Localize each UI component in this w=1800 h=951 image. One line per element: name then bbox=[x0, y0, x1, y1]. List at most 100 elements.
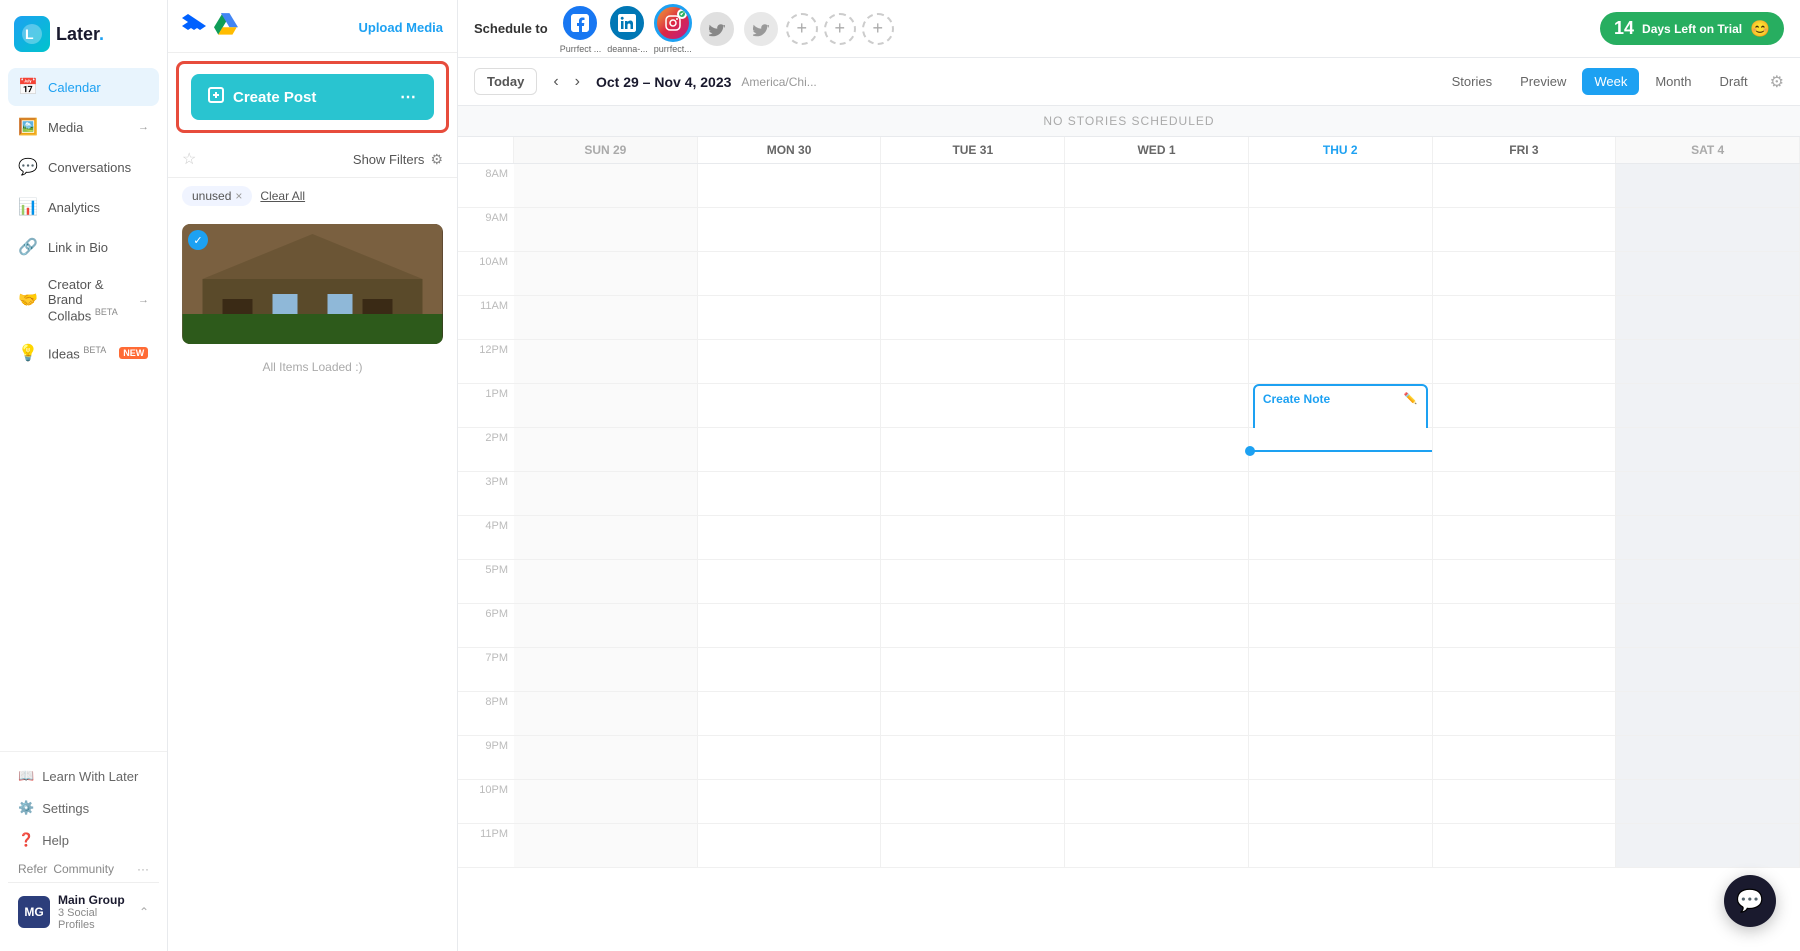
workspace-bar[interactable]: MG Main Group 3 Social Profiles ⌃ bbox=[8, 882, 159, 943]
day-cell-5-row-11[interactable] bbox=[1433, 648, 1617, 692]
today-button[interactable]: Today bbox=[474, 68, 537, 95]
day-cell-1-row-1[interactable] bbox=[698, 208, 882, 252]
day-cell-1-row-3[interactable] bbox=[698, 296, 882, 340]
tab-draft[interactable]: Draft bbox=[1707, 68, 1759, 95]
day-cell-4-row-5[interactable]: Create Note✏️ bbox=[1249, 384, 1433, 428]
day-cell-1-row-14[interactable] bbox=[698, 780, 882, 824]
day-cell-2-row-11[interactable] bbox=[881, 648, 1065, 692]
sidebar-item-settings[interactable]: ⚙️ Settings bbox=[8, 792, 159, 824]
day-cell-6-row-1[interactable] bbox=[1616, 208, 1800, 252]
day-cell-0-row-6[interactable] bbox=[514, 428, 698, 472]
day-cell-2-row-9[interactable] bbox=[881, 560, 1065, 604]
day-cell-4-row-15[interactable] bbox=[1249, 824, 1433, 868]
day-cell-2-row-12[interactable] bbox=[881, 692, 1065, 736]
day-cell-3-row-11[interactable] bbox=[1065, 648, 1249, 692]
day-cell-6-row-13[interactable] bbox=[1616, 736, 1800, 780]
tab-week[interactable]: Week bbox=[1582, 68, 1639, 95]
day-cell-2-row-3[interactable] bbox=[881, 296, 1065, 340]
day-cell-1-row-13[interactable] bbox=[698, 736, 882, 780]
day-cell-4-row-14[interactable] bbox=[1249, 780, 1433, 824]
day-cell-2-row-4[interactable] bbox=[881, 340, 1065, 384]
upload-media-button[interactable]: Upload Media bbox=[358, 20, 443, 35]
day-cell-3-row-13[interactable] bbox=[1065, 736, 1249, 780]
day-cell-5-row-7[interactable] bbox=[1433, 472, 1617, 516]
day-cell-4-row-7[interactable] bbox=[1249, 472, 1433, 516]
sidebar-item-analytics[interactable]: 📊 Analytics bbox=[8, 188, 159, 226]
next-week-button[interactable]: › bbox=[569, 69, 586, 95]
day-cell-3-row-3[interactable] bbox=[1065, 296, 1249, 340]
day-cell-6-row-11[interactable] bbox=[1616, 648, 1800, 692]
day-cell-6-row-15[interactable] bbox=[1616, 824, 1800, 868]
day-cell-3-row-5[interactable] bbox=[1065, 384, 1249, 428]
day-cell-2-row-13[interactable] bbox=[881, 736, 1065, 780]
day-cell-0-row-11[interactable] bbox=[514, 648, 698, 692]
day-cell-0-row-12[interactable] bbox=[514, 692, 698, 736]
day-cell-3-row-7[interactable] bbox=[1065, 472, 1249, 516]
star-icon[interactable]: ☆ bbox=[182, 149, 196, 169]
day-cell-0-row-0[interactable] bbox=[514, 164, 698, 208]
day-cell-3-row-4[interactable] bbox=[1065, 340, 1249, 384]
sidebar-item-calendar[interactable]: 📅 Calendar bbox=[8, 68, 159, 106]
profile-avatar-ig[interactable] bbox=[654, 4, 692, 42]
sidebar-item-creator[interactable]: 🤝 Creator & BrandCollabs BETA → bbox=[8, 268, 159, 332]
day-cell-1-row-6[interactable] bbox=[698, 428, 882, 472]
day-cell-4-row-2[interactable] bbox=[1249, 252, 1433, 296]
day-cell-4-row-9[interactable] bbox=[1249, 560, 1433, 604]
create-post-button[interactable]: Create Post ⋯ bbox=[191, 74, 434, 120]
day-cell-6-row-14[interactable] bbox=[1616, 780, 1800, 824]
refer-row[interactable]: Refer Community ··· bbox=[8, 856, 159, 882]
tab-preview[interactable]: Preview bbox=[1508, 68, 1578, 95]
day-cell-0-row-1[interactable] bbox=[514, 208, 698, 252]
day-cell-3-row-14[interactable] bbox=[1065, 780, 1249, 824]
gdrive-icon[interactable] bbox=[214, 12, 238, 42]
sidebar-item-help[interactable]: ❓ Help bbox=[8, 824, 159, 856]
day-cell-5-row-1[interactable] bbox=[1433, 208, 1617, 252]
day-cell-4-row-1[interactable] bbox=[1249, 208, 1433, 252]
day-cell-2-row-7[interactable] bbox=[881, 472, 1065, 516]
sidebar-item-link-in-bio[interactable]: 🔗 Link in Bio bbox=[8, 228, 159, 266]
add-profile-button-1[interactable]: + bbox=[786, 13, 818, 45]
day-cell-3-row-8[interactable] bbox=[1065, 516, 1249, 560]
day-cell-1-row-5[interactable] bbox=[698, 384, 882, 428]
day-cell-1-row-0[interactable] bbox=[698, 164, 882, 208]
day-cell-6-row-0[interactable] bbox=[1616, 164, 1800, 208]
day-cell-0-row-9[interactable] bbox=[514, 560, 698, 604]
day-cell-5-row-5[interactable] bbox=[1433, 384, 1617, 428]
sidebar-item-ideas[interactable]: 💡 Ideas BETA NEW bbox=[8, 334, 159, 372]
day-cell-6-row-4[interactable] bbox=[1616, 340, 1800, 384]
day-cell-0-row-13[interactable] bbox=[514, 736, 698, 780]
day-cell-2-row-2[interactable] bbox=[881, 252, 1065, 296]
day-cell-2-row-5[interactable] bbox=[881, 384, 1065, 428]
day-cell-3-row-1[interactable] bbox=[1065, 208, 1249, 252]
day-cell-5-row-10[interactable] bbox=[1433, 604, 1617, 648]
day-cell-0-row-7[interactable] bbox=[514, 472, 698, 516]
create-post-menu-dots[interactable]: ⋯ bbox=[400, 87, 418, 107]
day-cell-5-row-12[interactable] bbox=[1433, 692, 1617, 736]
profile-avatar-li[interactable] bbox=[608, 4, 646, 42]
tab-month[interactable]: Month bbox=[1643, 68, 1703, 95]
profile-avatar-tw1[interactable] bbox=[698, 10, 736, 48]
day-cell-1-row-9[interactable] bbox=[698, 560, 882, 604]
day-cell-3-row-0[interactable] bbox=[1065, 164, 1249, 208]
sidebar-item-conversations[interactable]: 💬 Conversations bbox=[8, 148, 159, 186]
clear-all-button[interactable]: Clear All bbox=[260, 189, 305, 203]
day-cell-0-row-4[interactable] bbox=[514, 340, 698, 384]
day-cell-4-row-12[interactable] bbox=[1249, 692, 1433, 736]
tag-remove-icon[interactable]: × bbox=[235, 189, 242, 203]
day-cell-5-row-4[interactable] bbox=[1433, 340, 1617, 384]
day-cell-4-row-13[interactable] bbox=[1249, 736, 1433, 780]
day-cell-2-row-15[interactable] bbox=[881, 824, 1065, 868]
day-cell-5-row-8[interactable] bbox=[1433, 516, 1617, 560]
day-cell-4-row-10[interactable] bbox=[1249, 604, 1433, 648]
day-cell-2-row-8[interactable] bbox=[881, 516, 1065, 560]
day-cell-0-row-15[interactable] bbox=[514, 824, 698, 868]
media-thumbnail[interactable]: ✓ bbox=[182, 224, 443, 344]
day-cell-1-row-7[interactable] bbox=[698, 472, 882, 516]
prev-week-button[interactable]: ‹ bbox=[547, 69, 564, 95]
day-cell-4-row-8[interactable] bbox=[1249, 516, 1433, 560]
dropbox-icon[interactable] bbox=[182, 12, 206, 42]
day-cell-1-row-8[interactable] bbox=[698, 516, 882, 560]
day-cell-6-row-3[interactable] bbox=[1616, 296, 1800, 340]
day-cell-6-row-9[interactable] bbox=[1616, 560, 1800, 604]
day-cell-5-row-9[interactable] bbox=[1433, 560, 1617, 604]
